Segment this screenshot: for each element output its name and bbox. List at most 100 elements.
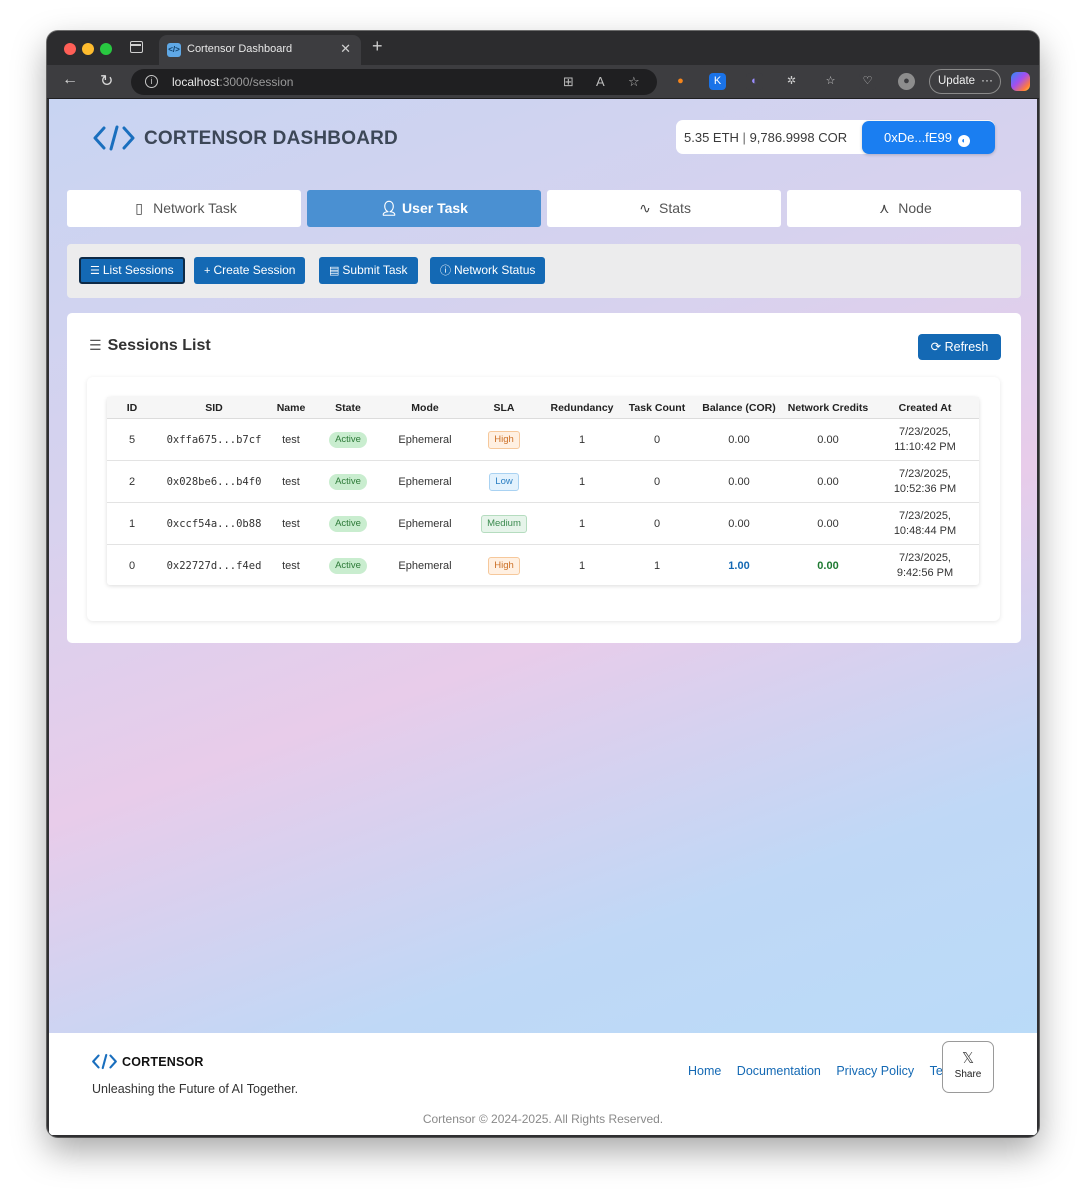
back-arrow-icon[interactable]: ← <box>62 71 78 89</box>
user-icon: 👤︎ <box>380 200 398 216</box>
cell-created-at: 7/23/2025, 9:42:56 PM <box>896 552 954 579</box>
footer-tagline: Unleashing the Future of AI Together. <box>92 1082 299 1096</box>
sla-badge: Low <box>489 472 519 491</box>
close-tab-icon[interactable]: ✕ <box>340 41 351 57</box>
status-badge: Active <box>329 515 367 532</box>
column-header-sid[interactable]: SID <box>157 397 271 418</box>
column-header-task-count[interactable]: Task Count <box>621 397 693 418</box>
column-header-sla[interactable]: SLA <box>465 397 543 418</box>
cell-id: 5 <box>128 433 136 446</box>
column-header-mode[interactable]: Mode <box>385 397 465 418</box>
session-action-bar: ☰ List Sessions + Create Session ▤ Submit T… <box>67 244 1021 298</box>
metamask-extension-icon[interactable]: ● <box>672 73 689 90</box>
cell-state: Active <box>311 419 385 460</box>
list-sessions-button[interactable]: ☰ List Sessions <box>79 257 185 284</box>
sla-badge: High <box>488 557 520 575</box>
cell-balance: 1.00 <box>728 560 750 572</box>
cell-name: test <box>282 517 300 530</box>
copilot-icon[interactable] <box>1011 72 1030 91</box>
refresh-button[interactable]: ⟳ Refresh <box>918 334 1001 360</box>
cell-sid: 0xccf54a...0b88 <box>166 517 262 530</box>
cell-task-count: 0 <box>653 475 661 488</box>
reload-icon[interactable]: ↻ <box>100 71 113 91</box>
sessions-table-container: ID SID Name State Mode SLA Redundancy Ta… <box>87 377 1000 621</box>
page-footer: CORTENSOR Unleashing the Future of AI To… <box>49 1033 1037 1135</box>
more-menu-icon[interactable]: ··· <box>981 69 993 92</box>
create-session-button[interactable]: + Create Session <box>194 257 306 284</box>
cell-state: Active <box>311 461 385 502</box>
cell-sid: 0xffa675...b7cf <box>166 433 262 446</box>
tab-user-task[interactable]: 👤︎ User Task <box>307 190 541 227</box>
cell-redundancy: 1 <box>578 560 586 572</box>
column-header-created-at[interactable]: Created At <box>871 397 979 418</box>
sla-badge: High <box>488 430 520 449</box>
sla-badge: Medium <box>481 514 527 533</box>
cell-balance: 0.00 <box>728 517 750 530</box>
page-title: CORTENSOR DASHBOARD <box>144 128 398 149</box>
document-icon: ▤ <box>329 265 340 277</box>
site-info-icon[interactable]: i <box>145 75 158 88</box>
wallet-balance: 5.35 ETH | 9,786.9998 COR <box>684 130 848 145</box>
network-status-button[interactable]: ⓘ Network Status <box>430 257 546 284</box>
wallet-address-button[interactable]: 0xDe...fE99 ◐ <box>862 121 995 154</box>
tab-actions-icon[interactable] <box>130 41 143 53</box>
favicon-icon: </> <box>167 43 181 57</box>
cell-task-count: 0 <box>653 433 661 446</box>
plus-icon: + <box>204 265 211 277</box>
cell-network-credits: 0.00 <box>817 475 839 488</box>
browser-tab-active[interactable]: </> Cortensor Dashboard ✕ <box>159 35 361 65</box>
app-install-icon[interactable]: ⊞ <box>563 74 574 90</box>
cell-network-credits: 0.00 <box>817 517 839 530</box>
close-window-button[interactable] <box>64 43 76 55</box>
footer-link-home[interactable]: Home <box>688 1064 721 1078</box>
profile-avatar-icon[interactable]: ● <box>898 73 915 90</box>
column-header-network-credits[interactable]: Network Credits <box>785 397 871 418</box>
table-row[interactable]: 0 0x22727d...f4ed test Active Ephemeral … <box>107 545 979 587</box>
url-text: localhost:3000/session <box>172 75 294 89</box>
tab-node[interactable]: ⋏ Node <box>787 190 1021 227</box>
tab-network-task[interactable]: ▯ Network Task <box>67 190 301 227</box>
cell-created-at: 7/23/2025, 11:10:42 PM <box>894 425 956 453</box>
cell-id: 2 <box>128 475 136 488</box>
browser-window: </> Cortensor Dashboard ✕ + ← ↻ i localh… <box>47 31 1039 1137</box>
url-field[interactable]: i localhost:3000/session ⊞ A ☆ <box>131 69 657 95</box>
cell-id: 1 <box>128 517 136 530</box>
tab-stats[interactable]: ∿ Stats <box>547 190 781 227</box>
footer-copyright: Cortensor © 2024-2025. All Rights Reserv… <box>422 1112 664 1126</box>
update-button[interactable]: Update ··· <box>929 69 1001 94</box>
favorites-icon[interactable]: ☆ <box>822 73 839 90</box>
favorite-star-icon[interactable]: ☆ <box>628 74 640 90</box>
cell-task-count: 0 <box>653 517 661 530</box>
cell-mode: Ephemeral <box>398 475 452 488</box>
table-row[interactable]: 1 0xccf54a...0b88 test Active Ephemeral … <box>107 503 979 545</box>
column-header-redundancy[interactable]: Redundancy <box>543 397 621 418</box>
table-row[interactable]: 5 0xffa675...b7cf test Active Ephemeral … <box>107 419 979 461</box>
swirl-extension-icon[interactable]: ◐ <box>746 73 763 90</box>
share-button[interactable]: 𝕏 Share <box>942 1041 994 1093</box>
list-icon: ☰ <box>90 265 100 277</box>
cell-mode: Ephemeral <box>398 560 452 572</box>
cell-network-credits: 0.00 <box>817 560 839 572</box>
table-row[interactable]: 2 0x028be6...b4f0 test Active Ephemeral … <box>107 461 979 503</box>
book-icon: ▯ <box>135 200 143 216</box>
column-header-id[interactable]: ID <box>107 397 157 418</box>
new-tab-icon[interactable]: + <box>372 36 383 57</box>
k-extension-icon[interactable]: K <box>709 73 726 90</box>
main-nav-tabs: ▯ Network Task 👤︎ User Task ∿ Stats ⋏ Node <box>67 190 1021 228</box>
footer-link-privacy[interactable]: Privacy Policy <box>836 1064 914 1078</box>
maximize-window-button[interactable] <box>100 43 112 55</box>
submit-task-button[interactable]: ▤ Submit Task <box>319 257 418 284</box>
cell-sid: 0x22727d...f4ed <box>166 560 262 572</box>
column-header-state[interactable]: State <box>311 397 385 418</box>
column-header-name[interactable]: Name <box>271 397 311 418</box>
health-icon[interactable]: ♡ <box>859 73 876 90</box>
code-brackets-icon <box>93 125 135 151</box>
footer-link-documentation[interactable]: Documentation <box>737 1064 821 1078</box>
minimize-window-button[interactable] <box>82 43 94 55</box>
wallet-widget: 5.35 ETH | 9,786.9998 COR 0xDe...fE99 ◐ <box>676 120 995 154</box>
cell-sla: Low <box>465 461 543 502</box>
read-aloud-icon[interactable]: A <box>596 74 605 89</box>
cell-mode: Ephemeral <box>398 433 452 446</box>
extensions-puzzle-icon[interactable]: ✲ <box>783 73 800 90</box>
column-header-balance[interactable]: Balance (COR) <box>693 397 785 418</box>
